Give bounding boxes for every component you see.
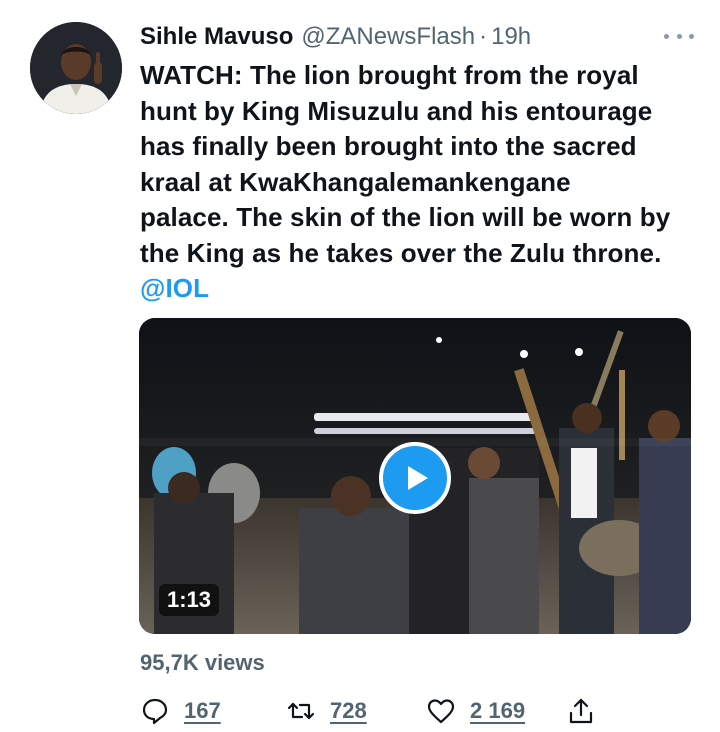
retweet-icon [287, 702, 315, 720]
share-button[interactable] [566, 694, 596, 728]
mention-link[interactable]: @IOL [140, 271, 710, 307]
avatar-photo [30, 22, 122, 114]
author-handle[interactable]: @ZANewsFlash [301, 23, 475, 51]
tweet-text-line: the King as he takes over the Zulu thron… [140, 237, 662, 268]
reply-icon [142, 698, 168, 725]
retweet-count: 728 [330, 698, 367, 723]
views-label: views [198, 650, 265, 675]
heart-icon [427, 699, 455, 724]
share-icon [569, 698, 593, 724]
header-separator: · [479, 23, 488, 50]
tweet-text: WATCH: The lion brought from the royal h… [140, 58, 710, 307]
author-avatar[interactable] [30, 22, 122, 114]
like-button[interactable]: 2 169 [426, 694, 525, 728]
views-count: 95,7K [140, 650, 199, 675]
tweet-timestamp[interactable]: 19h [491, 23, 531, 51]
tweet-header: Sihle Mavuso @ZANewsFlash · 19h [140, 20, 700, 54]
action-bar: 167 728 2 169 [140, 694, 610, 728]
reply-button[interactable]: 167 [140, 694, 221, 728]
video-duration: 1:13 [159, 584, 220, 616]
author-display-name[interactable]: Sihle Mavuso [140, 23, 293, 51]
tweet-text-line: hunt by King Misuzulu and his entourage [140, 95, 653, 126]
retweet-button[interactable]: 728 [286, 694, 367, 728]
tweet-text-line: WATCH: The lion brought from the royal [140, 60, 639, 90]
more-options-icon[interactable] [664, 26, 694, 46]
like-count: 2 169 [470, 698, 526, 723]
tweet-card: Sihle Mavuso @ZANewsFlash · 19h WATCH: T… [0, 0, 720, 732]
views-stat[interactable]: 95,7K views [140, 650, 265, 676]
play-icon [408, 466, 428, 490]
reply-count: 167 [184, 698, 221, 723]
video-player[interactable]: 1:13 [139, 318, 691, 634]
tweet-text-line: has finally been brought into the sacred [140, 131, 637, 161]
tweet-text-line: kraal at KwaKhangalemankengane [140, 166, 571, 197]
tweet-text-line: palace. The skin of the lion will be wor… [140, 202, 671, 232]
play-button[interactable] [379, 442, 451, 514]
